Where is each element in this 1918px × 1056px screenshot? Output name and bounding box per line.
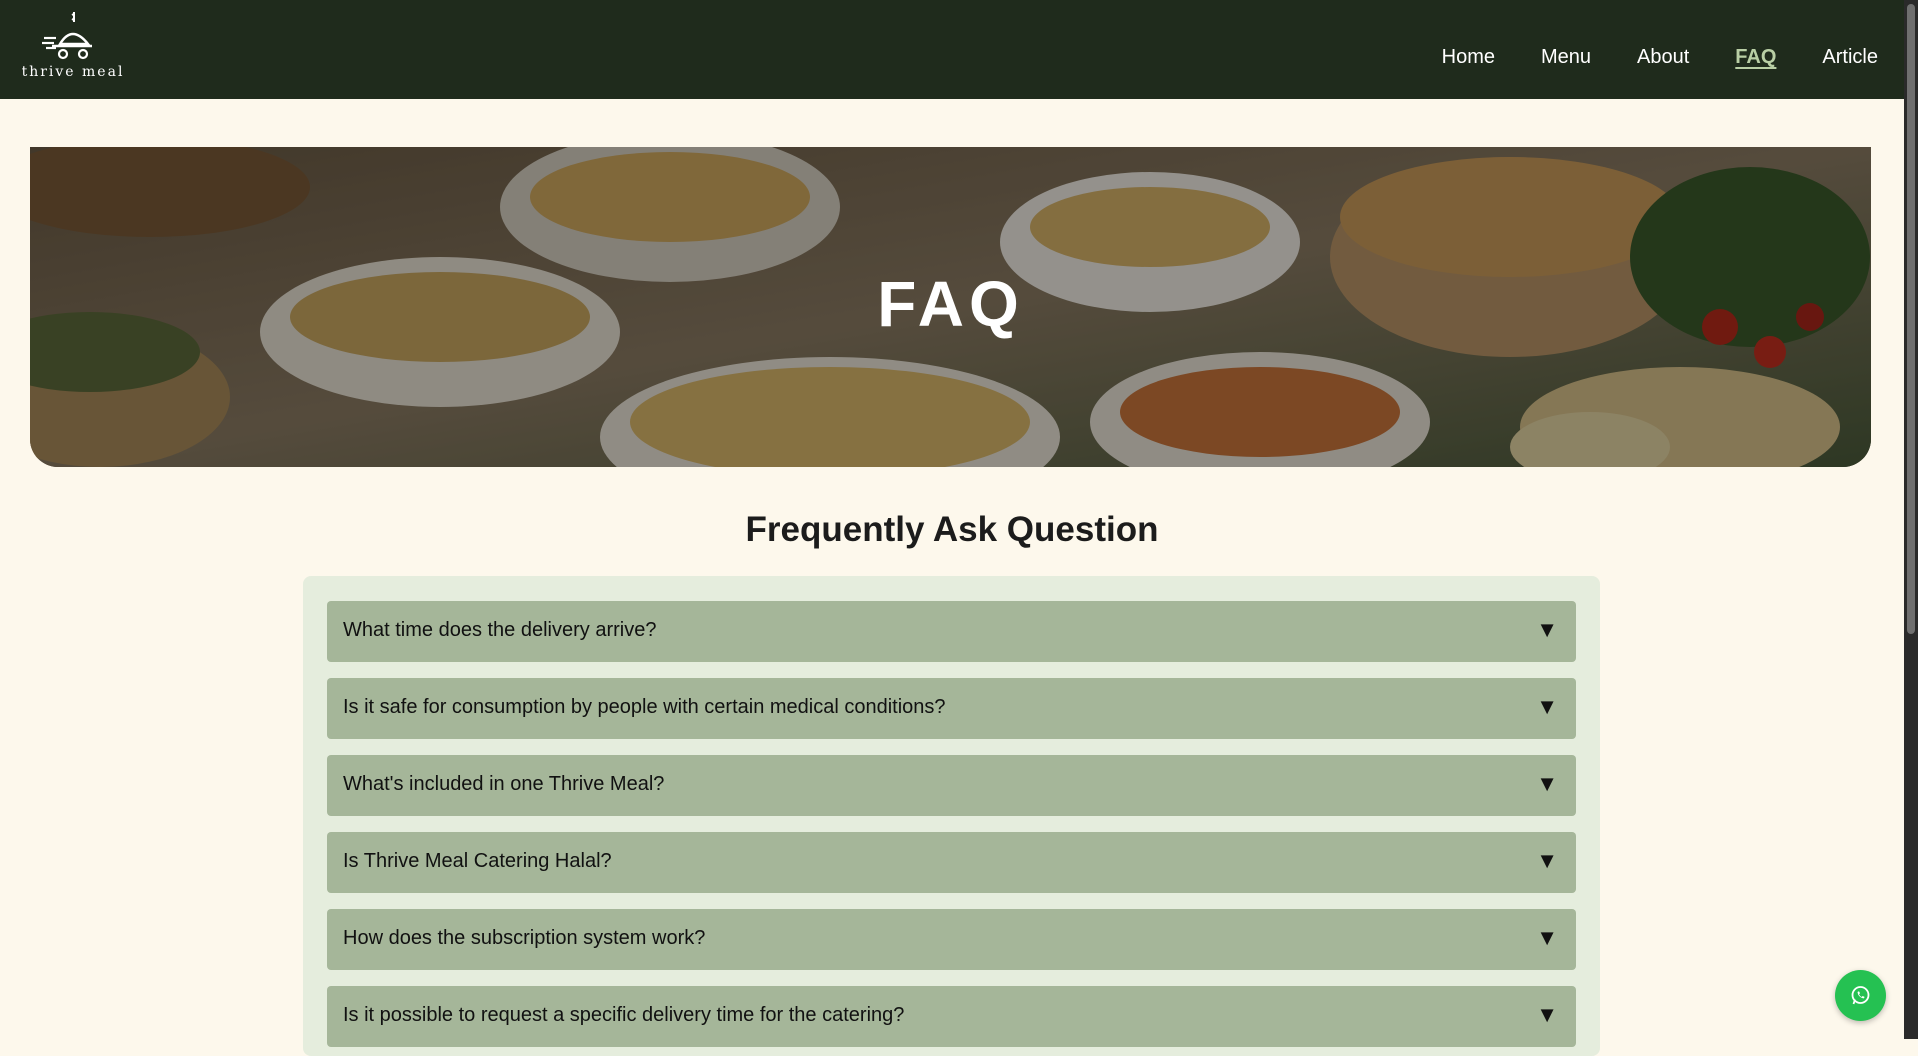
chevron-down-icon[interactable]: ▼ (1536, 925, 1558, 951)
nav-article[interactable]: Article (1822, 44, 1878, 70)
faq-question: What time does the delivery arrive? (343, 619, 657, 641)
scrollbar-thumb[interactable] (1907, 4, 1915, 634)
faq-list: What time does the delivery arrive? ▼ Is… (303, 576, 1600, 1056)
chevron-down-icon[interactable]: ▼ (1536, 1002, 1558, 1028)
chevron-down-icon[interactable]: ▼ (1536, 848, 1558, 874)
page-scrollbar[interactable] (1904, 0, 1918, 1039)
brand-name: thrive meal (21, 64, 125, 80)
faq-question: Is Thrive Meal Catering Halal? (343, 850, 612, 872)
faq-item[interactable]: How does the subscription system work? ▼ (327, 909, 1576, 970)
faq-question: How does the subscription system work? (343, 927, 706, 949)
chevron-down-icon[interactable]: ▼ (1536, 771, 1558, 797)
chevron-down-icon[interactable]: ▼ (1536, 694, 1558, 720)
hero-banner: FAQ (30, 147, 1871, 467)
hero-title: FAQ (877, 268, 1024, 340)
faq-item[interactable]: Is Thrive Meal Catering Halal? ▼ (327, 832, 1576, 893)
chevron-down-icon[interactable]: ▼ (1536, 617, 1558, 643)
nav-menu[interactable]: Menu (1541, 44, 1591, 70)
whatsapp-button[interactable] (1835, 970, 1886, 1021)
faq-question: Is it safe for consumption by people wit… (343, 696, 946, 718)
whatsapp-icon (1851, 986, 1870, 1005)
faq-item[interactable]: Is it safe for consumption by people wit… (327, 678, 1576, 739)
faq-item[interactable]: What's included in one Thrive Meal? ▼ (327, 755, 1576, 816)
main-nav: Home Menu About FAQ Article (1442, 44, 1878, 70)
brand-logo[interactable]: thrive meal (18, 10, 128, 84)
faq-section-title: Frequently Ask Question (745, 510, 1159, 549)
nav-home[interactable]: Home (1442, 44, 1495, 70)
faq-item[interactable]: What time does the delivery arrive? ▼ (327, 601, 1576, 662)
faq-question: Is it possible to request a specific del… (343, 1004, 905, 1026)
faq-item[interactable]: Is it possible to request a specific del… (327, 986, 1576, 1047)
navbar: thrive meal Home Menu About FAQ Article (0, 0, 1904, 99)
delivery-cart-icon (42, 12, 92, 60)
faq-question: What's included in one Thrive Meal? (343, 773, 665, 795)
nav-faq[interactable]: FAQ (1735, 44, 1776, 70)
nav-about[interactable]: About (1637, 44, 1689, 70)
